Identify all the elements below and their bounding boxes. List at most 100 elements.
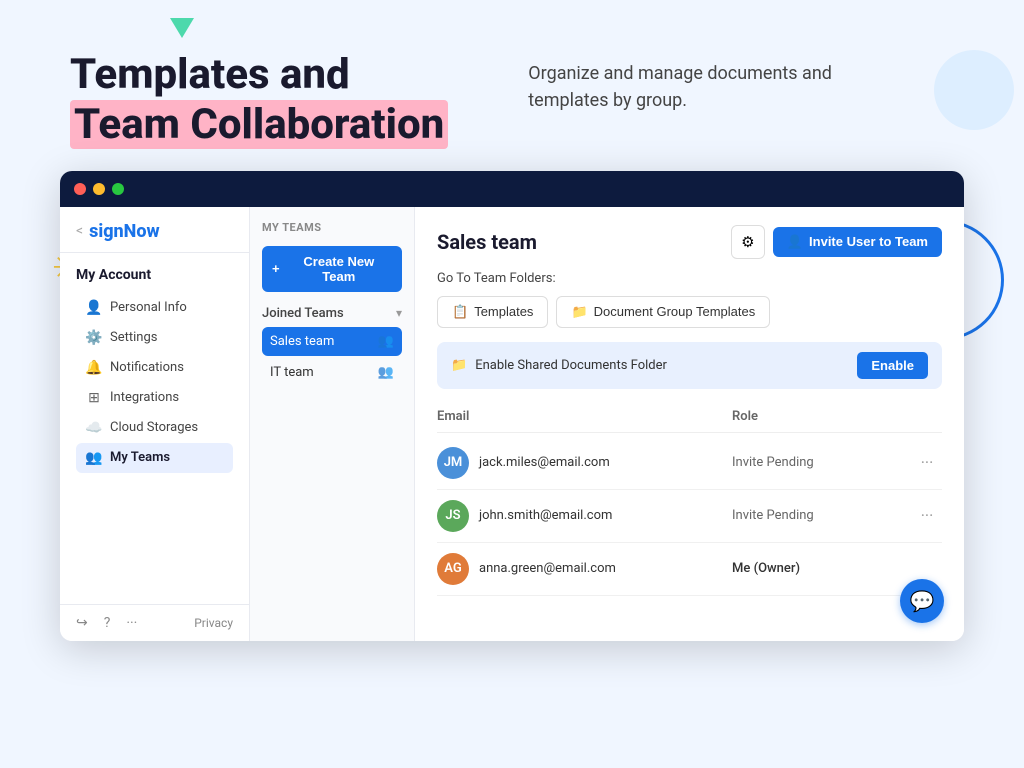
joined-teams-header: Joined Teams ▾ xyxy=(262,306,402,321)
templates-tab-label: Templates xyxy=(474,304,533,319)
sidebar-logo: < signNow xyxy=(60,207,249,253)
chat-icon: 💬 xyxy=(910,589,935,613)
privacy-link[interactable]: Privacy xyxy=(194,616,233,630)
avatar: AG xyxy=(437,553,469,585)
sidebar-item-label: Personal Info xyxy=(110,300,187,315)
title-line2: Team Collaboration xyxy=(70,100,448,149)
help-icon[interactable]: ? xyxy=(104,615,111,631)
member-role: Me (Owner) xyxy=(732,561,912,576)
plus-icon: + xyxy=(272,261,280,276)
templates-icon: 📋 xyxy=(452,304,468,320)
personal-info-icon: 👤 xyxy=(86,300,102,316)
sidebar-item-label: Settings xyxy=(110,330,157,345)
logout-icon[interactable]: ↪ xyxy=(76,615,88,631)
member-email-cell: JM jack.miles@email.com xyxy=(437,447,732,479)
chevron-down-icon: ▾ xyxy=(396,306,402,320)
team-item-label: Sales team xyxy=(270,334,334,349)
team-item-label: IT team xyxy=(270,365,314,380)
table-row: JS john.smith@email.com Invite Pending ·… xyxy=(437,490,942,543)
enable-shared-folder-button[interactable]: Enable xyxy=(857,352,928,379)
sidebar-item-cloud-storages[interactable]: ☁️ Cloud Storages xyxy=(76,413,233,443)
window-dot-green[interactable] xyxy=(112,183,124,195)
create-new-team-button[interactable]: + Create New Team xyxy=(262,246,402,292)
sidebar-item-integrations[interactable]: ⊞ Integrations xyxy=(76,383,233,413)
document-group-templates-label: Document Group Templates xyxy=(594,304,756,319)
settings-icon: ⚙️ xyxy=(86,330,102,346)
templates-tab[interactable]: 📋 Templates xyxy=(437,296,548,328)
role-column-header: Role xyxy=(732,409,912,424)
teams-panel: MY TEAMS + Create New Team Joined Teams … xyxy=(250,207,415,641)
member-email: anna.green@email.com xyxy=(479,561,616,576)
header-title-block: Templates and Team Collaboration xyxy=(70,50,448,151)
sidebar-item-label: Cloud Storages xyxy=(110,420,198,435)
shared-folder-banner: 📁 Enable Shared Documents Folder Enable xyxy=(437,342,942,389)
sidebar-item-label: My Teams xyxy=(110,450,170,465)
folder-tabs: 📋 Templates 📁 Document Group Templates xyxy=(437,296,942,328)
team-members-icon: 👥 xyxy=(378,365,394,380)
sidebar-footer: ↪ ? ··· Privacy xyxy=(60,604,249,641)
gear-icon: ⚙ xyxy=(741,233,754,251)
sidebar-item-personal-info[interactable]: 👤 Personal Info xyxy=(76,293,233,323)
invite-user-button[interactable]: 👤 Invite User to Team xyxy=(773,227,942,257)
my-teams-section-title: MY TEAMS xyxy=(262,221,402,234)
folder-icon: 📁 xyxy=(451,358,467,373)
account-title: My Account xyxy=(76,267,233,283)
table-row: JM jack.miles@email.com Invite Pending ·… xyxy=(437,437,942,490)
chat-fab-button[interactable]: 💬 xyxy=(900,579,944,623)
team-item-it[interactable]: IT team 👥 xyxy=(262,358,402,387)
sidebar-item-label: Integrations xyxy=(110,390,179,405)
team-settings-button[interactable]: ⚙ xyxy=(731,225,765,259)
member-role: Invite Pending xyxy=(732,508,912,523)
notifications-icon: 🔔 xyxy=(86,360,102,376)
member-email: jack.miles@email.com xyxy=(479,455,610,470)
sidebar-item-settings[interactable]: ⚙️ Settings xyxy=(76,323,233,353)
cloud-icon: ☁️ xyxy=(86,420,102,436)
sidebar: < signNow My Account 👤 Personal Info ⚙️ … xyxy=(60,207,250,641)
team-title: Sales team xyxy=(437,230,537,254)
member-role: Invite Pending xyxy=(732,455,912,470)
app-body: < signNow My Account 👤 Personal Info ⚙️ … xyxy=(60,207,964,641)
members-table: Email Role JM jack.miles@email.com Invit… xyxy=(437,405,942,596)
avatar: JM xyxy=(437,447,469,479)
my-teams-icon: 👥 xyxy=(86,450,102,466)
user-plus-icon: 👤 xyxy=(787,234,803,250)
member-email-cell: JS john.smith@email.com xyxy=(437,500,732,532)
avatar: JS xyxy=(437,500,469,532)
team-item-sales[interactable]: Sales team 👥 xyxy=(262,327,402,356)
title-line1: Templates and xyxy=(70,50,350,99)
member-more-button[interactable]: ··· xyxy=(912,453,942,472)
app-logo: signNow xyxy=(89,221,160,242)
create-team-label: Create New Team xyxy=(286,254,392,284)
joined-teams-label: Joined Teams xyxy=(262,306,344,321)
app-window: < signNow My Account 👤 Personal Info ⚙️ … xyxy=(60,171,964,641)
integrations-icon: ⊞ xyxy=(86,390,102,406)
main-header: Sales team ⚙ 👤 Invite User to Team xyxy=(437,225,942,259)
table-header: Email Role xyxy=(437,405,942,433)
window-dot-red[interactable] xyxy=(74,183,86,195)
document-group-templates-tab[interactable]: 📁 Document Group Templates xyxy=(556,296,770,328)
team-members-icon: 👥 xyxy=(378,334,394,349)
header-section: Templates and Team Collaboration Organiz… xyxy=(0,0,1024,171)
window-dot-yellow[interactable] xyxy=(93,183,105,195)
sidebar-account: My Account 👤 Personal Info ⚙️ Settings 🔔… xyxy=(60,253,249,481)
email-column-header: Email xyxy=(437,409,732,424)
title-bar xyxy=(60,171,964,207)
description-text: Organize and manage documents and templa… xyxy=(528,60,888,114)
table-row: AG anna.green@email.com Me (Owner) xyxy=(437,543,942,596)
sidebar-item-my-teams[interactable]: 👥 My Teams xyxy=(76,443,233,473)
main-actions: ⚙ 👤 Invite User to Team xyxy=(731,225,942,259)
member-email: john.smith@email.com xyxy=(479,508,612,523)
back-arrow-icon[interactable]: < xyxy=(76,223,83,239)
header-description: Organize and manage documents and templa… xyxy=(528,50,888,114)
invite-button-label: Invite User to Team xyxy=(809,234,928,249)
goto-folders-label: Go To Team Folders: xyxy=(437,271,942,286)
member-more-button[interactable]: ··· xyxy=(912,506,942,525)
banner-text: Enable Shared Documents Folder xyxy=(475,358,667,373)
banner-content: 📁 Enable Shared Documents Folder xyxy=(451,358,667,373)
sidebar-item-label: Notifications xyxy=(110,360,184,375)
more-options-icon[interactable]: ··· xyxy=(126,615,137,631)
main-content: Sales team ⚙ 👤 Invite User to Team Go To… xyxy=(415,207,964,641)
sidebar-item-notifications[interactable]: 🔔 Notifications xyxy=(76,353,233,383)
member-email-cell: AG anna.green@email.com xyxy=(437,553,732,585)
folder-icon: 📁 xyxy=(571,304,587,320)
